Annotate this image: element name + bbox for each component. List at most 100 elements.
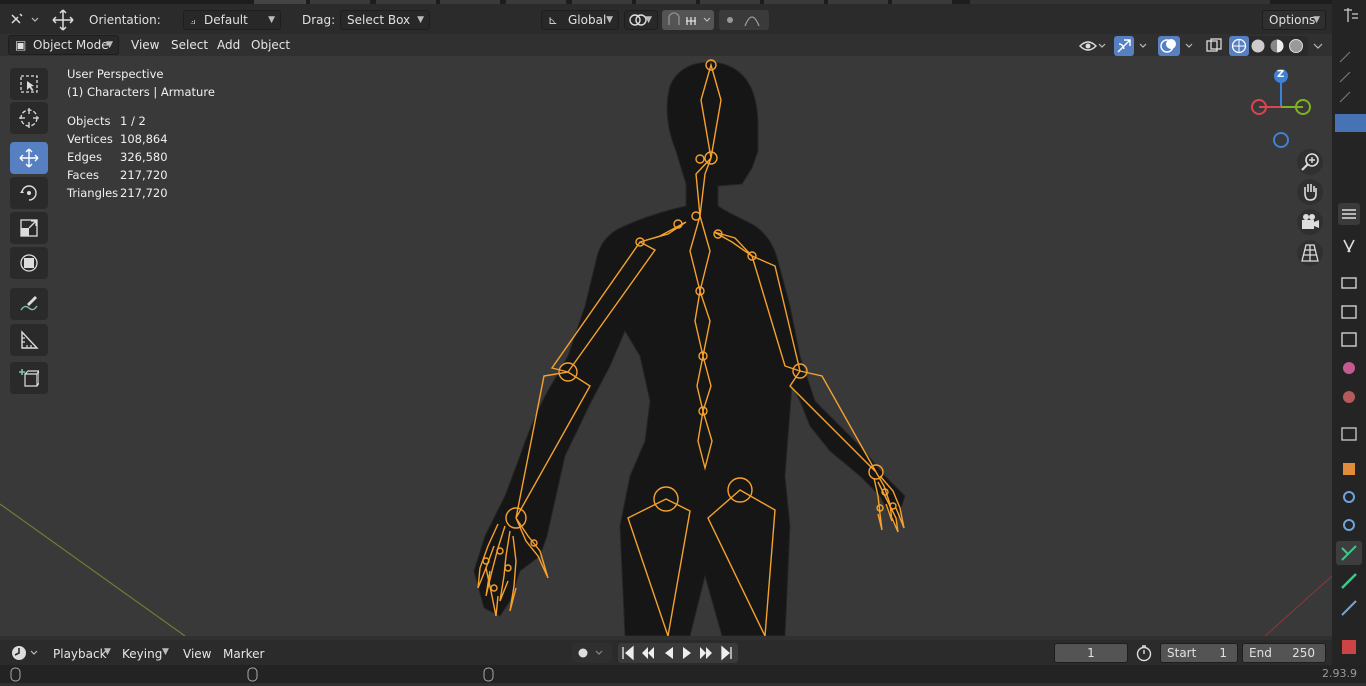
orientation-icon: ⟓ [190, 13, 196, 27]
orientation-dropdown[interactable]: ⟓ Default ▼ [183, 10, 281, 30]
chevron-down-icon: ▼ [417, 15, 424, 25]
clock-icon [12, 646, 38, 660]
chevron-down-icon [1313, 43, 1323, 49]
end-value: 250 [1292, 646, 1315, 660]
stat-value: 108,864 [120, 132, 168, 146]
menu-select[interactable]: Select [171, 38, 208, 52]
annotate-tool[interactable] [10, 288, 48, 320]
start-frame-field[interactable]: Start 1 [1160, 643, 1238, 663]
overlays-icon [1160, 39, 1193, 53]
overlays-toggle[interactable] [1158, 36, 1198, 56]
stat-value: 217,720 [120, 186, 168, 200]
timeline-menu-view[interactable]: View [183, 647, 211, 661]
xray-icon [1206, 38, 1222, 52]
end-label: End [1249, 646, 1272, 660]
perspective-toggle[interactable] [1297, 240, 1323, 266]
zoom-button[interactable] [1297, 149, 1323, 175]
chevron-down-icon: ▼ [268, 15, 275, 25]
object-mode-icon: ▣ [15, 38, 27, 52]
transform-orientation-dropdown[interactable]: ⊾ Global ▼ [541, 10, 619, 30]
chevron-down-icon: ▼ [104, 647, 111, 657]
workspace-tabs-strip [0, 0, 1332, 4]
start-label: Start [1167, 646, 1197, 660]
stat-value: 326,580 [120, 150, 168, 164]
stat-label: Edges [67, 150, 102, 164]
shading-modes[interactable] [1228, 36, 1308, 56]
gizmo-toggle[interactable] [1114, 36, 1152, 56]
timeline-menu-keying[interactable]: Keying [122, 647, 162, 661]
current-frame-field[interactable]: 1 [1054, 643, 1128, 663]
stat-label: Objects [67, 114, 111, 128]
playback-controls[interactable] [618, 643, 738, 663]
grid-perspective-icon [1301, 244, 1319, 262]
orientation-label: Orientation: [89, 13, 161, 27]
chevron-down-icon: ▼ [1313, 15, 1320, 25]
3d-viewport[interactable]: User Perspective (1) Characters | Armatu… [0, 56, 1332, 636]
menu-object[interactable]: Object [251, 38, 290, 52]
stopwatch-icon[interactable] [1134, 643, 1154, 663]
chevron-down-icon: ▼ [106, 40, 113, 50]
add-cube-tool[interactable] [10, 362, 48, 394]
shading-icons [1231, 38, 1303, 54]
gizmo-axis-z: Z [1277, 69, 1285, 80]
add-cube-tool-icon [19, 369, 39, 387]
scale-tool[interactable] [10, 212, 48, 244]
view-name: User Perspective [67, 67, 164, 81]
move-icon[interactable] [50, 8, 76, 32]
menu-view[interactable]: View [131, 38, 159, 52]
drag-value: Select Box [347, 13, 411, 27]
rotate-tool[interactable] [10, 177, 48, 209]
timeline-menu-playback[interactable]: Playback [53, 647, 107, 661]
visibility-dropdown[interactable] [1078, 36, 1108, 56]
status-bar: 2.93.9 [0, 665, 1366, 683]
start-value: 1 [1219, 646, 1227, 660]
timeline-editor-type[interactable] [8, 643, 40, 663]
pivot-point-dropdown[interactable]: ▼ [624, 10, 658, 30]
mode-dropdown[interactable]: ▣ Object Mode ▼ [8, 35, 119, 55]
stat-label: Faces [67, 168, 99, 182]
eye-icon [1079, 41, 1106, 51]
transform-orientation-value: Global [568, 13, 607, 27]
snap-toggle[interactable] [662, 10, 714, 30]
move-tool-icon [19, 148, 39, 168]
stat-value: 1 / 2 [120, 114, 146, 128]
editor-type-button[interactable] [8, 10, 40, 30]
mouse-hint-icons [10, 667, 494, 682]
editor-type-icon [11, 13, 39, 24]
hand-pan-icon [1304, 184, 1317, 201]
shading-options-dropdown[interactable] [1310, 36, 1326, 56]
drag-dropdown[interactable]: Select Box ▼ [340, 10, 430, 30]
timeline-menu-marker[interactable]: Marker [223, 647, 264, 661]
stat-label: Triangles [67, 186, 119, 200]
cursor-tool[interactable] [10, 102, 48, 134]
version-label: 2.93.9 [1322, 667, 1357, 680]
pan-button[interactable] [1297, 179, 1323, 205]
navigation-gizmo[interactable] [1240, 64, 1330, 154]
end-frame-field[interactable]: End 250 [1242, 643, 1326, 663]
measure-tool[interactable] [10, 324, 48, 356]
select-box-tool[interactable] [10, 68, 48, 100]
xray-toggle[interactable] [1204, 36, 1224, 56]
transform-tool[interactable] [10, 247, 48, 279]
menu-add[interactable]: Add [217, 38, 240, 52]
collection-info: (1) Characters | Armature [67, 85, 215, 99]
options-dropdown[interactable]: Options ▼ [1262, 10, 1326, 30]
rotate-tool-icon [20, 185, 37, 201]
playback-icons [622, 645, 732, 661]
proportional-edit-toggle[interactable] [719, 10, 769, 30]
record-icon [578, 648, 603, 658]
viewport-scene [0, 59, 1332, 636]
current-frame-value: 1 [1087, 646, 1095, 660]
move-tool[interactable] [10, 142, 48, 174]
stat-label: Vertices [67, 132, 113, 146]
annotate-tool-icon [20, 296, 38, 311]
measure-tool-icon [21, 330, 39, 349]
select-box-tool-icon [20, 75, 38, 93]
mode-value: Object Mode [33, 38, 109, 52]
snap-icon [668, 12, 711, 25]
auto-keying-toggle[interactable] [572, 643, 612, 663]
properties-tabs [1335, 8, 1366, 654]
zoom-icon [1301, 153, 1319, 171]
chevron-down-icon: ▼ [645, 15, 652, 25]
camera-view-button[interactable] [1297, 209, 1323, 235]
